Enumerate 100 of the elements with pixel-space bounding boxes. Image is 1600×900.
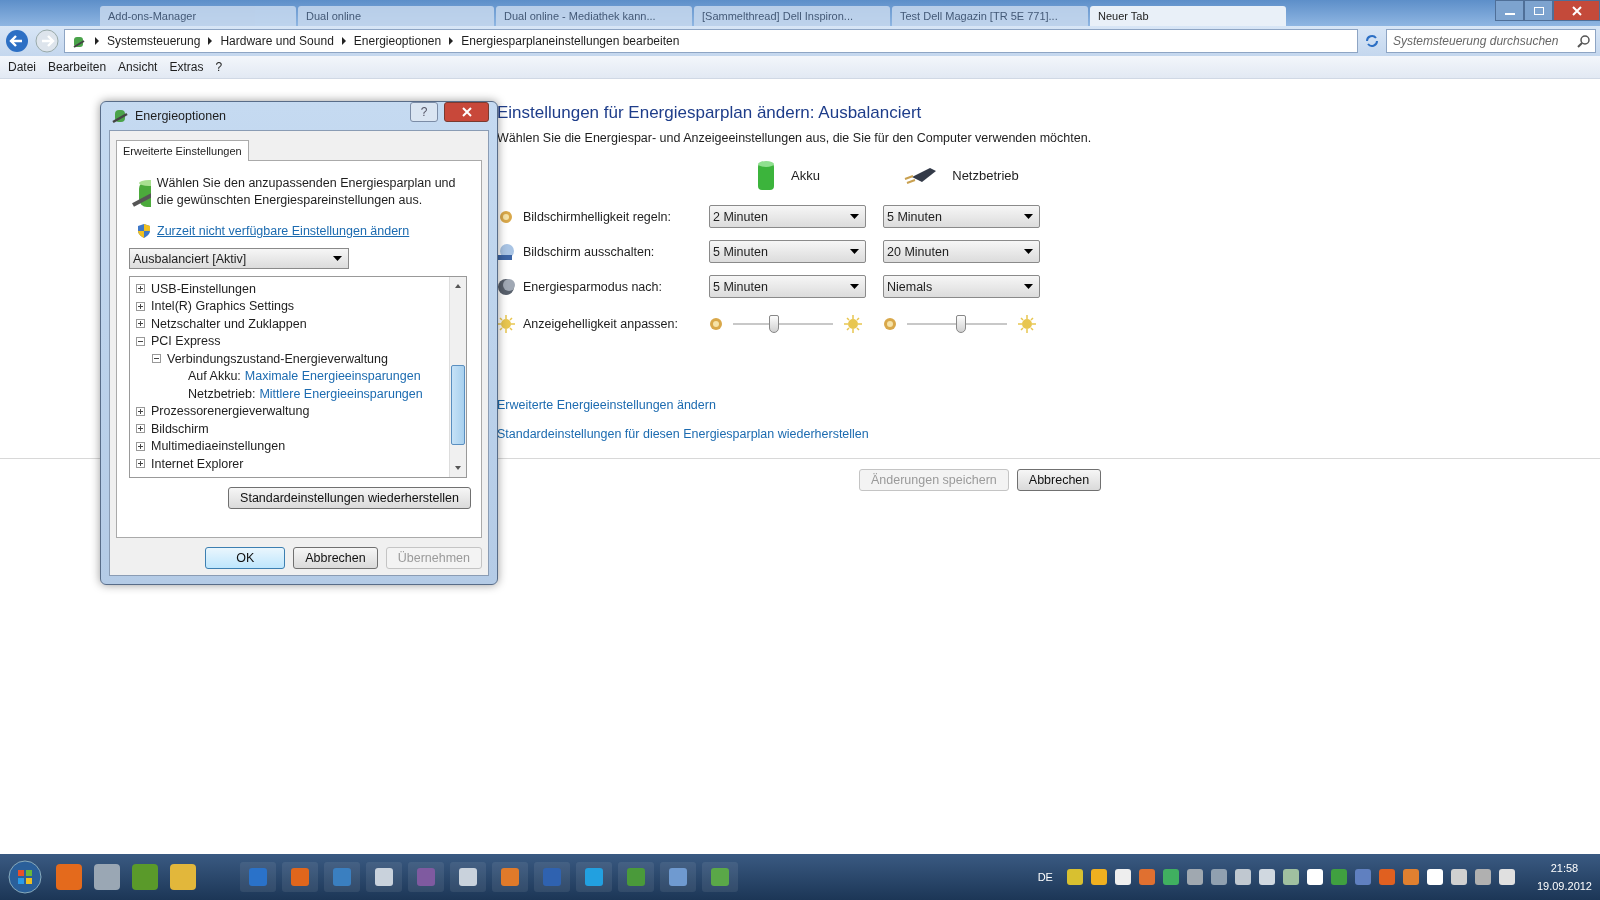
tray-icon[interactable] bbox=[1090, 869, 1107, 885]
plan-dropdown[interactable]: Ausbalanciert [Aktiv] bbox=[129, 248, 349, 269]
tree-item[interactable]: USB-Einstellungen bbox=[151, 281, 256, 296]
expand-icon[interactable] bbox=[136, 424, 145, 434]
back-button[interactable] bbox=[4, 28, 30, 54]
browser-tab[interactable]: Test Dell Magazin [TR 5E 771]... bbox=[892, 6, 1088, 26]
tree-item[interactable]: Prozessorenergieverwaltung bbox=[151, 404, 310, 419]
taskbar-button[interactable] bbox=[618, 862, 654, 892]
button[interactable]: Abbrechen bbox=[1016, 469, 1102, 491]
page-title: Einstellungen für Energiesparplan ändern: Ausbalanciert bbox=[497, 103, 923, 123]
restore-defaults-button[interactable]: Standardeinstellungen wiederherstellen bbox=[228, 487, 471, 509]
caret-icon bbox=[1024, 249, 1033, 254]
menu-item[interactable]: Extras bbox=[169, 60, 204, 74]
tree-item[interactable]: Intel(R) Graphics Settings bbox=[151, 299, 295, 314]
menu-item[interactable]: ? bbox=[215, 60, 223, 74]
browser-tab[interactable]: Neuer Tab bbox=[1090, 6, 1286, 26]
moon-icon bbox=[497, 277, 515, 296]
taskbar-button[interactable] bbox=[366, 862, 402, 892]
dropdown[interactable]: 5 Minuten bbox=[883, 205, 1040, 228]
dropdown[interactable]: 2 Minuten bbox=[709, 205, 866, 228]
tree-item[interactable]: Bildschirm bbox=[151, 421, 209, 436]
browser-tab[interactable]: Dual online bbox=[298, 6, 494, 26]
browser-tab[interactable]: Add-ons-Manager bbox=[100, 6, 296, 26]
power-options-icon bbox=[111, 107, 129, 125]
clock-time[interactable]: 21:58 bbox=[1550, 859, 1579, 877]
clock-date[interactable]: 19.09.2012 bbox=[1536, 877, 1592, 895]
setting-label: Bildschirm ausschalten: bbox=[523, 244, 655, 259]
search-icon[interactable] bbox=[1577, 34, 1591, 48]
tray-icon[interactable] bbox=[1066, 869, 1083, 885]
tray-icon[interactable] bbox=[1186, 869, 1203, 885]
taskbar-button[interactable] bbox=[282, 862, 318, 892]
start-button[interactable] bbox=[8, 860, 42, 894]
setting-value[interactable]: Mittlere Energieeinsparungen bbox=[259, 386, 423, 401]
caret-icon bbox=[850, 249, 859, 254]
tree-item[interactable]: Multimediaeinstellungen bbox=[151, 439, 286, 454]
tray-icon[interactable] bbox=[1498, 869, 1515, 885]
taskbar-button[interactable] bbox=[660, 862, 696, 892]
expand-icon[interactable] bbox=[136, 441, 145, 451]
expand-icon[interactable] bbox=[136, 284, 145, 294]
dropdown[interactable]: 5 Minuten bbox=[709, 240, 866, 263]
maximize-button[interactable] bbox=[1524, 0, 1553, 21]
address-field[interactable]: Systemsteuerung Hardware und Sound Energieoptionen Energiesparplaneinstellungen bearbeiten bbox=[64, 29, 1358, 53]
sun-icon bbox=[497, 315, 515, 333]
tray-icon[interactable] bbox=[1450, 869, 1467, 885]
close-button[interactable] bbox=[1553, 0, 1600, 21]
language-indicator[interactable]: DE bbox=[1037, 871, 1053, 883]
tray-icon[interactable] bbox=[1426, 869, 1443, 885]
tray-icon[interactable] bbox=[1306, 869, 1323, 885]
menu-item[interactable]: Ansicht bbox=[118, 60, 158, 74]
collapse-icon[interactable] bbox=[136, 336, 145, 346]
tree-item[interactable]: Internet Explorer bbox=[151, 456, 244, 471]
link[interactable]: Erweiterte Energieeinstellungen ändern bbox=[497, 398, 1600, 412]
tree-item[interactable]: PCI Express bbox=[151, 334, 221, 349]
expand-icon[interactable] bbox=[136, 319, 145, 329]
taskbar-button[interactable] bbox=[702, 862, 738, 892]
setting-value[interactable]: Maximale Energieeinsparungen bbox=[244, 369, 421, 384]
setting-label: Anzeigehelligkeit anpassen: bbox=[523, 317, 678, 331]
close-icon bbox=[1570, 5, 1583, 16]
caret-icon bbox=[1024, 284, 1033, 289]
tray-icon[interactable] bbox=[1234, 869, 1251, 885]
expand-icon[interactable] bbox=[136, 406, 145, 416]
button[interactable]: OK bbox=[205, 547, 286, 569]
taskbar-button[interactable] bbox=[450, 862, 486, 892]
taskbar-button[interactable] bbox=[576, 862, 612, 892]
dropdown[interactable]: 5 Minuten bbox=[709, 275, 866, 298]
slider-thumb[interactable] bbox=[956, 315, 966, 333]
menu-item[interactable]: Bearbeiten bbox=[48, 60, 107, 74]
caret-icon bbox=[333, 256, 342, 261]
breadcrumb[interactable]: Energiesparplaneinstellungen bearbeiten bbox=[461, 34, 680, 48]
setting-label: Auf Akku: bbox=[188, 369, 241, 384]
tray-icon[interactable] bbox=[1282, 869, 1299, 885]
browser-tab[interactable]: Dual online - Mediathek kann... bbox=[496, 6, 692, 26]
dropdown[interactable]: 20 Minuten bbox=[883, 240, 1040, 263]
breadcrumb[interactable]: Energieoptionen bbox=[353, 34, 442, 48]
scrollbar[interactable] bbox=[449, 277, 466, 477]
expand-icon[interactable] bbox=[136, 459, 145, 469]
tray-icon[interactable] bbox=[1258, 869, 1275, 885]
expand-icon[interactable] bbox=[136, 301, 145, 311]
button[interactable]: Abbrechen bbox=[293, 547, 378, 569]
shield-icon bbox=[137, 223, 151, 239]
tab[interactable]: Erweiterte Einstellungen bbox=[116, 140, 249, 161]
tree-item[interactable]: Netzschalter und Zuklappen bbox=[151, 316, 307, 331]
menu-item[interactable]: Datei bbox=[8, 60, 36, 74]
browser-tab[interactable]: [Sammelthread] Dell Inspiron... bbox=[694, 6, 890, 26]
minimize-button[interactable] bbox=[1495, 0, 1524, 21]
search-field[interactable]: Systemsteuerung durchsuchen bbox=[1386, 29, 1596, 53]
tray-icon[interactable] bbox=[1114, 869, 1131, 885]
tree-item[interactable]: Verbindungszustand-Energieverwaltung bbox=[167, 351, 388, 366]
link[interactable]: Standardeinstellungen für diesen Energiesparplan wiederherstellen bbox=[497, 427, 1600, 441]
breadcrumb[interactable]: Hardware und Sound bbox=[220, 34, 334, 48]
slider-thumb[interactable] bbox=[769, 315, 779, 333]
tray-icon[interactable] bbox=[1474, 869, 1491, 885]
breadcrumb[interactable]: Systemsteuerung bbox=[107, 34, 201, 48]
link[interactable]: Zurzeit nicht verfügbare Einstellungen ändern bbox=[157, 224, 410, 238]
close-button[interactable] bbox=[444, 102, 489, 122]
taskbar-button[interactable] bbox=[492, 862, 528, 892]
sun-icon bbox=[843, 314, 863, 334]
dropdown[interactable]: Niemals bbox=[883, 275, 1040, 298]
collapse-icon[interactable] bbox=[152, 354, 161, 364]
help-button[interactable]: ? bbox=[410, 102, 438, 122]
